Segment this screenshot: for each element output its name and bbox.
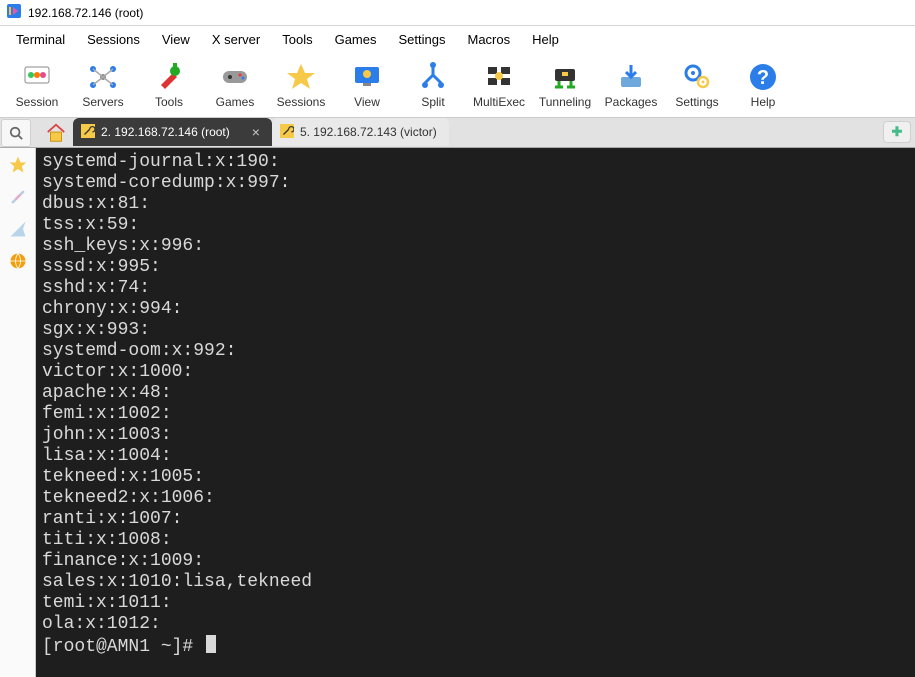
menu-tools[interactable]: Tools — [272, 28, 322, 51]
svg-text:?: ? — [757, 67, 769, 89]
tool-games[interactable]: Games — [204, 59, 266, 111]
menu-help[interactable]: Help — [522, 28, 569, 51]
tool-packages[interactable]: Packages — [600, 59, 662, 111]
tab-label: 5. 192.168.72.143 (victor) — [300, 125, 437, 139]
sidebar-tools[interactable] — [5, 184, 31, 210]
menu-games[interactable]: Games — [325, 28, 387, 51]
tool-tools[interactable]: Tools — [138, 59, 200, 111]
terminal-pane[interactable]: systemd-journal:x:190: systemd-coredump:… — [36, 148, 915, 677]
menu-sessions[interactable]: Sessions — [77, 28, 150, 51]
tabstrip-left — [0, 118, 73, 147]
tool-label: Settings — [675, 95, 718, 109]
workarea: systemd-journal:x:190: systemd-coredump:… — [0, 148, 915, 677]
packages-icon — [615, 61, 647, 93]
menu-macros[interactable]: Macros — [457, 28, 520, 51]
tab-inactive[interactable]: 5. 192.168.72.143 (victor) — [272, 118, 449, 146]
tool-label: Tools — [155, 95, 183, 109]
tool-label: Split — [421, 95, 444, 109]
window-title: 192.168.72.146 (root) — [28, 6, 143, 20]
tool-label: MultiExec — [473, 95, 525, 109]
sidebar-favorites[interactable] — [5, 152, 31, 178]
toolbar: Session Servers Tools Games Sessions Vie… — [0, 53, 915, 118]
tool-label: Servers — [82, 95, 123, 109]
cursor-block — [206, 635, 216, 653]
tool-label: Help — [751, 95, 776, 109]
tool-view[interactable]: View — [336, 59, 398, 111]
sidebar-macros[interactable] — [5, 216, 31, 242]
tools-icon — [153, 61, 185, 93]
tool-label: Games — [216, 95, 255, 109]
titlebar: 192.168.72.146 (root) — [0, 0, 915, 26]
home-tab[interactable] — [39, 119, 73, 147]
split-icon — [417, 61, 449, 93]
tabstrip: 2. 192.168.72.146 (root) × 5. 192.168.72… — [0, 118, 915, 148]
menu-xserver[interactable]: X server — [202, 28, 270, 51]
servers-icon — [87, 61, 119, 93]
tool-settings[interactable]: Settings — [666, 59, 728, 111]
tool-help[interactable]: ? Help — [732, 59, 794, 111]
tab-active[interactable]: 2. 192.168.72.146 (root) × — [73, 118, 272, 146]
wrench-icon — [280, 124, 294, 141]
view-icon — [351, 61, 383, 93]
games-icon — [219, 61, 251, 93]
close-icon[interactable]: × — [252, 124, 260, 140]
wrench-icon — [81, 124, 95, 141]
add-tab-button[interactable]: ✚ — [883, 121, 911, 143]
tool-label: View — [354, 95, 380, 109]
session-icon — [21, 61, 53, 93]
help-icon: ? — [747, 61, 779, 93]
multiexec-icon — [483, 61, 515, 93]
tool-label: Packages — [605, 95, 658, 109]
tool-split[interactable]: Split — [402, 59, 464, 111]
tool-sessions[interactable]: Sessions — [270, 59, 332, 111]
tool-label: Tunneling — [539, 95, 591, 109]
tool-label: Sessions — [277, 95, 326, 109]
sessions-icon — [285, 61, 317, 93]
tunneling-icon — [549, 61, 581, 93]
sidebar-sftp[interactable] — [5, 248, 31, 274]
quick-search-button[interactable] — [1, 119, 31, 147]
tool-multiexec[interactable]: MultiExec — [468, 59, 530, 111]
settings-icon — [681, 61, 713, 93]
app-icon — [6, 3, 22, 22]
menu-view[interactable]: View — [152, 28, 200, 51]
tab-label: 2. 192.168.72.146 (root) — [101, 125, 230, 139]
menubar: Terminal Sessions View X server Tools Ga… — [0, 26, 915, 53]
tool-tunneling[interactable]: Tunneling — [534, 59, 596, 111]
menu-settings[interactable]: Settings — [389, 28, 456, 51]
left-sidebar — [0, 148, 36, 677]
menu-terminal[interactable]: Terminal — [6, 28, 75, 51]
tool-servers[interactable]: Servers — [72, 59, 134, 111]
tool-session[interactable]: Session — [6, 59, 68, 111]
tool-label: Session — [16, 95, 59, 109]
